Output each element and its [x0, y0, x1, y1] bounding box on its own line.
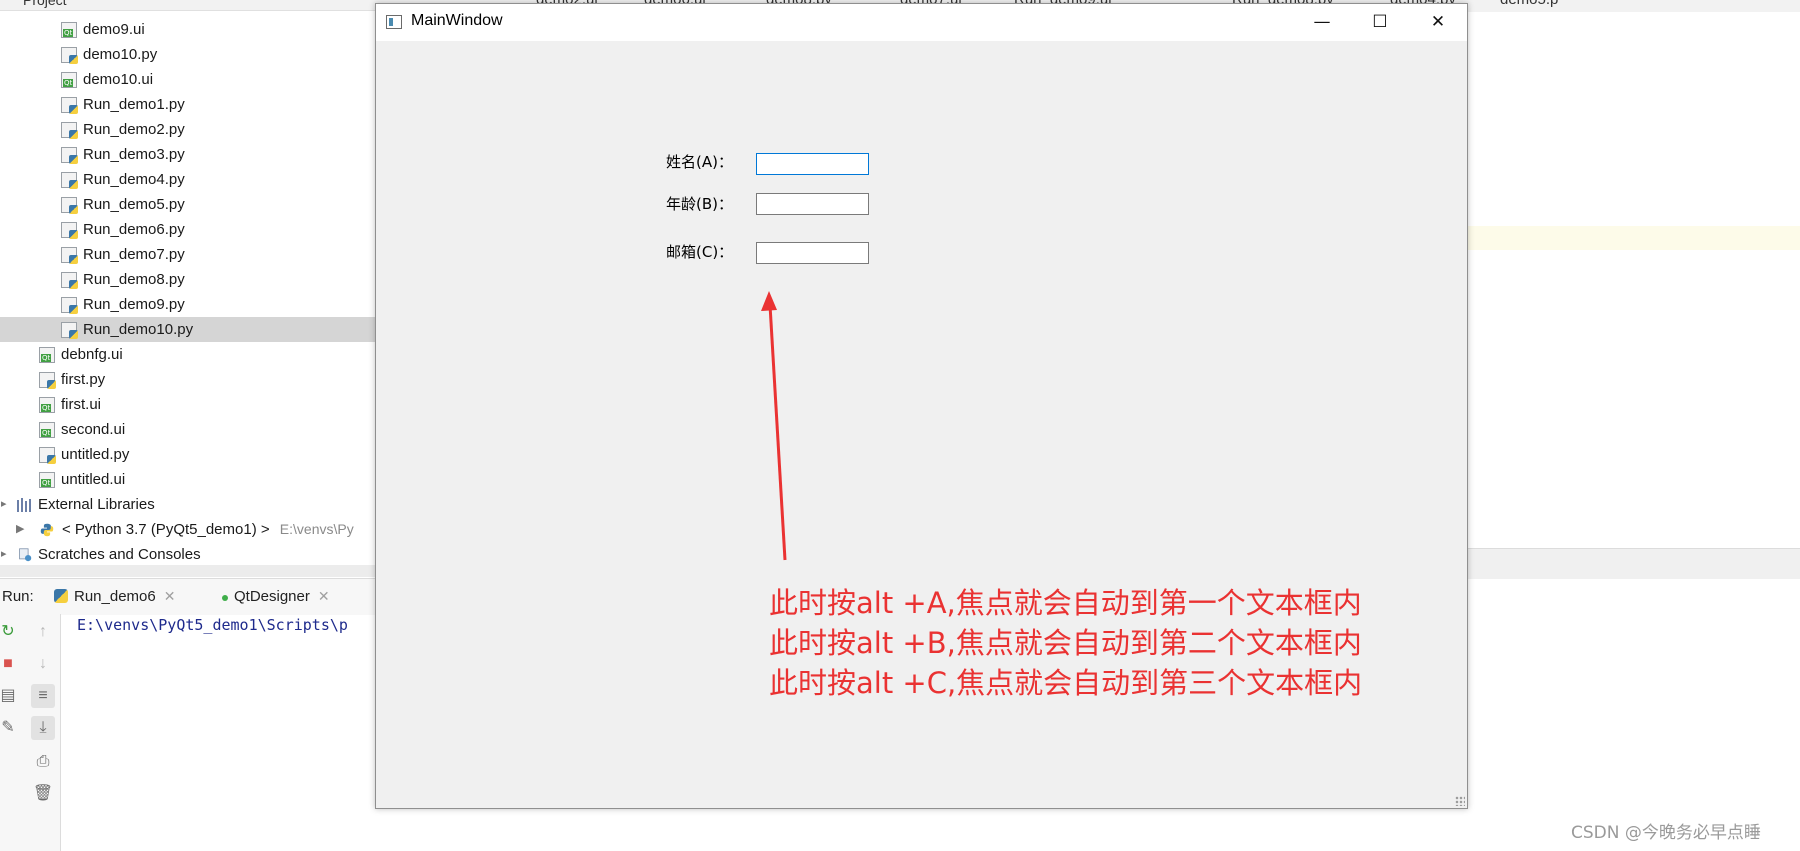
email-input[interactable] — [756, 242, 869, 264]
tree-item-python-sdk[interactable]: ▶ < Python 3.7 (PyQt5_demo1) > E:\venvs\… — [0, 517, 376, 542]
print-icon[interactable]: ⎙ — [31, 750, 55, 774]
tree-item-debnfg-ui[interactable]: debnfg.ui — [0, 342, 376, 367]
python-file-icon — [61, 172, 78, 189]
rerun-icon[interactable]: ↻ — [0, 620, 20, 644]
age-label: 年龄(B)： — [666, 195, 733, 213]
project-title[interactable]: Project — [23, 0, 67, 8]
python-file-icon — [61, 197, 78, 214]
arrow-up-icon[interactable]: ↑ — [31, 620, 55, 644]
tree-item-first-py[interactable]: first.py — [0, 367, 376, 392]
run-label: Run: — [2, 588, 34, 605]
running-indicator-icon — [222, 595, 228, 601]
tree-item-run-demo6[interactable]: Run_demo6.py — [0, 217, 376, 242]
tree-item-second-ui[interactable]: second.ui — [0, 417, 376, 442]
tree-item-demo10-py[interactable]: demo10.py — [0, 42, 376, 67]
python-file-icon — [61, 322, 78, 339]
tree-item-run-demo7[interactable]: Run_demo7.py — [0, 242, 376, 267]
python-file-icon — [39, 447, 56, 464]
tree-item-first-ui[interactable]: first.ui — [0, 392, 376, 417]
tree-item-run-demo10[interactable]: Run_demo10.py — [0, 317, 376, 342]
run-tab-run-demo6[interactable]: Run_demo6 ✕ — [54, 588, 175, 605]
tree-item-run-demo2[interactable]: Run_demo2.py — [0, 117, 376, 142]
editor-bottom-strip — [1468, 548, 1800, 579]
layout-icon[interactable]: ▤ — [0, 684, 20, 708]
arrow-down-icon[interactable]: ↓ — [31, 652, 55, 676]
python-file-icon — [54, 589, 68, 603]
close-tab-icon[interactable]: ✕ — [164, 588, 176, 604]
qt-ui-file-icon — [39, 397, 55, 413]
annotation-text: 此时按alt +A,焦点就会自动到第一个文本框内 此时按alt +B,焦点就会自… — [769, 583, 1362, 703]
library-icon — [17, 498, 31, 512]
project-panel: Project demo9.ui demo10.py demo10.ui Run… — [0, 0, 376, 565]
run-toolbar: ↻ ■ ▤ ✎ ↑ ↓ ≡ ⤓ ⎙ 🗑 — [0, 614, 61, 851]
tree-item-untitled-py[interactable]: untitled.py — [0, 442, 376, 467]
tree-item-external-libraries[interactable]: ▸ External Libraries — [0, 492, 376, 517]
python-logo-icon — [40, 523, 54, 537]
annotation-line: 此时按alt +C,焦点就会自动到第三个文本框内 — [769, 666, 1363, 700]
qt-ui-file-icon — [61, 22, 77, 38]
window-app-icon — [386, 15, 402, 29]
tree-item-run-demo5[interactable]: Run_demo5.py — [0, 192, 376, 217]
tree-item-untitled-ui[interactable]: untitled.ui — [0, 467, 376, 492]
email-label: 邮箱(C)： — [666, 243, 734, 261]
editor-tab[interactable]: demo5.p — [1500, 0, 1558, 8]
tree-item-run-demo9[interactable]: Run_demo9.py — [0, 292, 376, 317]
project-panel-scrollbar[interactable] — [0, 565, 376, 577]
tree-item-demo9-ui[interactable]: demo9.ui — [0, 17, 376, 42]
scroll-to-end-icon[interactable]: ⤓ — [31, 716, 55, 740]
tree-item-scratches[interactable]: ▸ Scratches and Consoles — [0, 542, 376, 567]
python-file-icon — [39, 372, 56, 389]
close-tab-icon[interactable]: ✕ — [318, 588, 330, 604]
python-file-icon — [61, 147, 78, 164]
annotation-line: 此时按alt +B,焦点就会自动到第二个文本框内 — [769, 626, 1362, 660]
tree-item-run-demo4[interactable]: Run_demo4.py — [0, 167, 376, 192]
tree-item-demo10-ui[interactable]: demo10.ui — [0, 67, 376, 92]
console-line: E:\venvs\PyQt5_demo1\Scripts\p — [77, 616, 348, 634]
stop-icon[interactable]: ■ — [0, 652, 20, 676]
maximize-button[interactable]: ☐ — [1351, 4, 1409, 41]
minimize-button[interactable]: — — [1293, 4, 1351, 41]
python-file-icon — [61, 222, 78, 239]
expand-arrow-icon[interactable]: ▸ — [1, 542, 7, 567]
python-file-icon — [61, 272, 78, 289]
tree-item-run-demo1[interactable]: Run_demo1.py — [0, 92, 376, 117]
watermark: CSDN @今晚务必早点睡 — [1571, 823, 1761, 843]
python-file-icon — [61, 97, 78, 114]
qt-ui-file-icon — [61, 72, 77, 88]
window-title: MainWindow — [411, 12, 503, 29]
qt-ui-file-icon — [39, 472, 55, 488]
python-sdk-path: E:\venvs\Py — [279, 521, 354, 537]
name-input[interactable] — [756, 153, 869, 175]
qt-ui-file-icon — [39, 422, 55, 438]
annotation-line: 此时按alt +A,焦点就会自动到第一个文本框内 — [769, 586, 1362, 620]
tree-item-run-demo8[interactable]: Run_demo8.py — [0, 267, 376, 292]
editor-current-line-highlight — [1468, 226, 1800, 250]
expand-arrow-icon[interactable]: ▸ — [1, 492, 7, 517]
console-output[interactable] — [62, 614, 376, 851]
python-sdk-name: < Python 3.7 (PyQt5_demo1) > — [62, 521, 270, 538]
window-titlebar[interactable]: MainWindow — ☐ ✕ — [376, 4, 1467, 41]
expand-arrow-icon[interactable]: ▶ — [16, 517, 24, 542]
run-tab-qtdesigner[interactable]: QtDesigner ✕ — [222, 588, 330, 605]
python-file-icon — [61, 297, 78, 314]
python-file-icon — [61, 122, 78, 139]
qt-ui-file-icon — [39, 347, 55, 363]
project-header: Project — [0, 0, 376, 11]
annotation-arrow-icon — [761, 291, 787, 561]
pin-icon[interactable]: ✎ — [0, 716, 20, 740]
close-button[interactable]: ✕ — [1409, 4, 1467, 41]
tree-item-run-demo3[interactable]: Run_demo3.py — [0, 142, 376, 167]
age-input[interactable] — [756, 193, 869, 215]
scratches-icon — [19, 548, 32, 562]
soft-wrap-icon[interactable]: ≡ — [31, 684, 55, 708]
python-file-icon — [61, 247, 78, 264]
name-label: 姓名(A)： — [666, 153, 733, 171]
resize-grip-icon[interactable] — [1455, 796, 1465, 806]
trash-icon[interactable]: 🗑 — [31, 782, 55, 806]
python-file-icon — [61, 47, 78, 64]
